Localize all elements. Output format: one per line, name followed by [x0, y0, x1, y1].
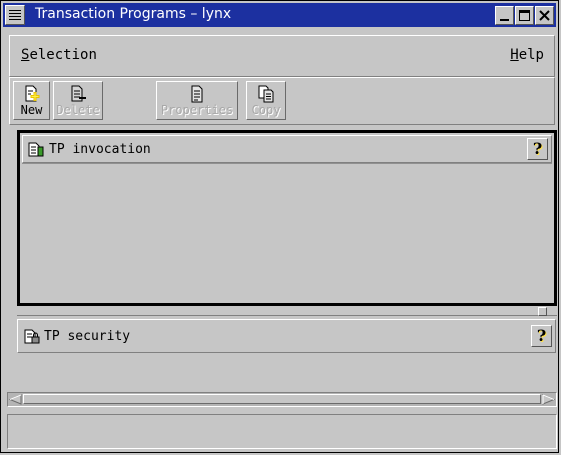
- menu-selection[interactable]: Selection: [21, 47, 97, 63]
- new-button-label: New: [20, 103, 43, 117]
- new-button[interactable]: New: [13, 81, 50, 120]
- window-menu-icon[interactable]: [5, 5, 25, 25]
- pane-divider: [17, 315, 557, 316]
- menu-help-label: elp: [518, 47, 544, 63]
- scroll-right-icon[interactable]: [542, 394, 555, 405]
- horizontal-scrollbar[interactable]: [7, 392, 557, 407]
- copy-button-label: Copy: [251, 103, 281, 117]
- tp-security-help-icon[interactable]: ?: [531, 325, 552, 347]
- title-bar[interactable]: Transaction Programs – lynx: [3, 3, 556, 27]
- tp-security-title: TP security: [44, 329, 131, 344]
- delete-document-icon: [71, 85, 86, 102]
- tp-invocation-help-icon[interactable]: ?: [527, 138, 548, 160]
- scroll-thumb[interactable]: [23, 394, 541, 404]
- menu-selection-label: election: [29, 47, 97, 63]
- tp-invocation-list[interactable]: [22, 163, 552, 301]
- delete-button[interactable]: Delete: [53, 81, 103, 120]
- delete-button-label: Delete: [56, 103, 100, 117]
- new-document-icon: [25, 85, 39, 102]
- pane-sash-handle[interactable]: [538, 307, 547, 316]
- tp-security-pane[interactable]: TP security ?: [17, 319, 556, 353]
- tp-invocation-title: TP invocation: [49, 142, 151, 157]
- maximize-button[interactable]: [515, 6, 534, 25]
- close-button[interactable]: [535, 6, 554, 25]
- tp-invocation-pane[interactable]: TP invocation ?: [17, 130, 557, 306]
- properties-button-label: Properties: [160, 103, 234, 117]
- app-window: Transaction Programs – lynx Selection He…: [0, 0, 559, 453]
- menu-help-mnemonic: H: [510, 47, 519, 63]
- close-icon: [539, 10, 550, 21]
- menu-help[interactable]: Help: [510, 47, 544, 63]
- minimize-icon: [500, 19, 509, 21]
- copy-document-icon: [258, 85, 274, 103]
- copy-button[interactable]: Copy: [246, 81, 286, 120]
- tp-security-icon: [24, 329, 40, 344]
- window-title: Transaction Programs – lynx: [35, 6, 232, 22]
- properties-document-icon: [191, 85, 203, 103]
- tp-invocation-icon: [28, 142, 44, 157]
- maximize-icon: [519, 10, 530, 21]
- properties-button[interactable]: Properties: [156, 81, 238, 120]
- scroll-left-icon[interactable]: [9, 394, 22, 405]
- status-bar: [7, 414, 557, 449]
- toolbar: New Delete Properties Copy: [9, 77, 555, 125]
- minimize-button[interactable]: [495, 6, 514, 25]
- menu-bar: Selection Help: [9, 35, 555, 77]
- tp-invocation-header[interactable]: TP invocation ?: [22, 135, 552, 163]
